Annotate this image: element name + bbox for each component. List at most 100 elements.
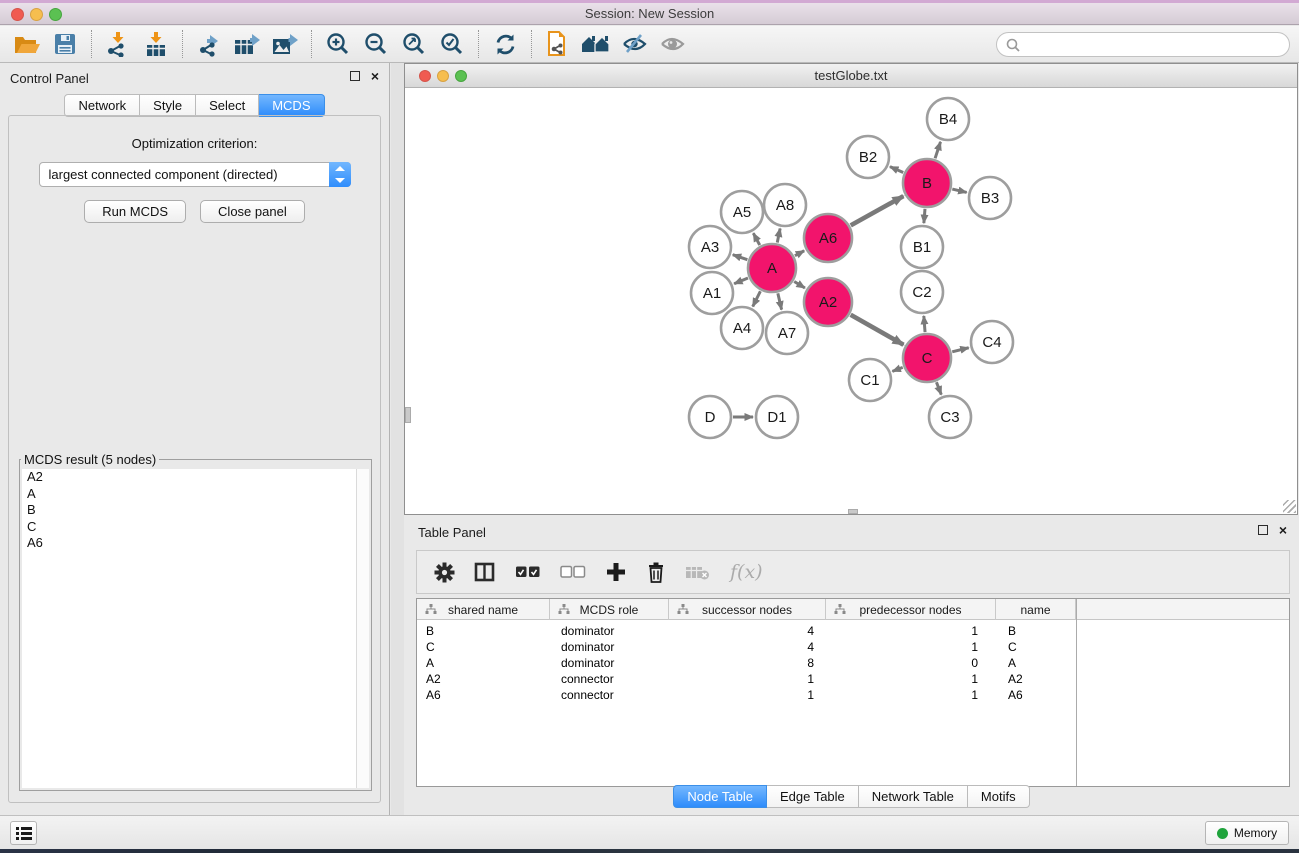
- edge-B-B4[interactable]: [935, 142, 940, 158]
- mcds-result-list[interactable]: A2ABCA6: [22, 469, 369, 788]
- table-row[interactable]: Cdominator41C: [417, 639, 1289, 655]
- import-network-button[interactable]: [99, 28, 137, 60]
- edge-A2-C[interactable]: [851, 315, 904, 345]
- zoom-in-button[interactable]: [319, 28, 357, 60]
- save-session-button[interactable]: [46, 28, 84, 60]
- edge-A-A3[interactable]: [733, 255, 748, 260]
- node-C3[interactable]: C3: [929, 396, 971, 438]
- node-C2[interactable]: C2: [901, 271, 943, 313]
- edge-C-C1[interactable]: [892, 367, 902, 371]
- table-row[interactable]: A2connector11A2: [417, 671, 1289, 687]
- edge-A-A6[interactable]: [795, 251, 804, 256]
- edge-B-B1[interactable]: [924, 209, 925, 223]
- node-A5[interactable]: A5: [721, 191, 763, 233]
- column-header-successor-nodes[interactable]: successor nodes: [669, 599, 826, 620]
- network-vscroll-thumb[interactable]: [405, 407, 411, 423]
- tab-network[interactable]: Network: [64, 94, 140, 117]
- mcds-list-scrollbar[interactable]: [356, 469, 369, 788]
- zoom-selected-button[interactable]: [433, 28, 471, 60]
- tab-node-table[interactable]: Node Table: [673, 785, 767, 808]
- edge-C-C2[interactable]: [924, 316, 925, 332]
- table-settings-gear-icon[interactable]: [434, 562, 455, 583]
- zoom-out-button[interactable]: [357, 28, 395, 60]
- show-columns-icon[interactable]: [474, 562, 496, 582]
- float-panel-icon[interactable]: [350, 71, 360, 81]
- unselect-all-icon[interactable]: [560, 564, 586, 580]
- column-header-shared-name[interactable]: shared name: [417, 599, 550, 620]
- node-A1[interactable]: A1: [691, 272, 733, 314]
- node-A3[interactable]: A3: [689, 226, 731, 268]
- criterion-dropdown[interactable]: largest connected component (directed): [39, 162, 351, 187]
- node-D[interactable]: D: [689, 396, 731, 438]
- mcds-result-item[interactable]: C: [22, 519, 369, 536]
- run-mcds-button[interactable]: Run MCDS: [84, 200, 186, 223]
- network-canvas[interactable]: B4 B2 B B3 A8A5 A6 A3 B1 A A1 C2 A2 A4A7 C C4 C1 C3 D D1: [405, 88, 1297, 514]
- node-A[interactable]: A: [748, 244, 796, 292]
- node-A4[interactable]: A4: [721, 307, 763, 349]
- node-A6[interactable]: A6: [804, 214, 852, 262]
- tab-network-table[interactable]: Network Table: [859, 785, 968, 808]
- column-header-name[interactable]: name: [996, 599, 1076, 620]
- mcds-result-item[interactable]: A6: [22, 535, 369, 552]
- refresh-button[interactable]: [486, 28, 524, 60]
- close-panel-button[interactable]: Close panel: [200, 200, 305, 223]
- node-B4[interactable]: B4: [927, 98, 969, 140]
- show-panels-button[interactable]: [10, 821, 37, 845]
- node-C4[interactable]: C4: [971, 321, 1013, 363]
- column-header-MCDS-role[interactable]: MCDS role: [550, 599, 669, 620]
- window-resize-grip[interactable]: [1283, 500, 1296, 513]
- node-B2[interactable]: B2: [847, 136, 889, 178]
- edge-C-C4[interactable]: [952, 348, 968, 352]
- edge-A-A8[interactable]: [777, 229, 780, 243]
- node-table[interactable]: shared nameMCDS rolesuccessor nodesprede…: [416, 598, 1290, 787]
- node-A7[interactable]: A7: [766, 312, 808, 354]
- delete-column-icon[interactable]: [646, 561, 666, 583]
- tab-edge-table[interactable]: Edge Table: [767, 785, 859, 808]
- cybrowser-button[interactable]: [539, 28, 577, 60]
- node-D1[interactable]: D1: [756, 396, 798, 438]
- import-table-button[interactable]: [137, 28, 175, 60]
- mcds-result-item[interactable]: A: [22, 486, 369, 503]
- search-input[interactable]: [996, 32, 1290, 57]
- export-network-button[interactable]: [190, 28, 228, 60]
- node-C[interactable]: C: [903, 334, 951, 382]
- export-table-button[interactable]: [228, 28, 266, 60]
- mcds-result-item[interactable]: B: [22, 502, 369, 519]
- mcds-result-item[interactable]: A2: [22, 469, 369, 486]
- table-row[interactable]: A6connector11A6: [417, 687, 1289, 703]
- home-button[interactable]: [577, 28, 615, 60]
- edge-A-A2[interactable]: [794, 281, 805, 287]
- edge-A-A5[interactable]: [753, 233, 759, 245]
- memory-button[interactable]: Memory: [1205, 821, 1289, 845]
- tab-mcds[interactable]: MCDS: [259, 94, 324, 117]
- edge-A-A1[interactable]: [734, 278, 748, 284]
- close-panel-icon[interactable]: ×: [371, 71, 379, 81]
- panel-divider[interactable]: [391, 63, 404, 815]
- zoom-fit-button[interactable]: [395, 28, 433, 60]
- node-B3[interactable]: B3: [969, 177, 1011, 219]
- node-A2[interactable]: A2: [804, 278, 852, 326]
- float-panel-icon[interactable]: [1258, 525, 1268, 535]
- select-all-icon[interactable]: [515, 564, 541, 580]
- network-window-titlebar[interactable]: testGlobe.txt: [405, 64, 1297, 88]
- hide-graphics-button[interactable]: [615, 28, 653, 60]
- tab-style[interactable]: Style: [140, 94, 196, 117]
- edge-B-B2[interactable]: [890, 167, 903, 173]
- edge-A-A7[interactable]: [778, 293, 782, 309]
- node-B1[interactable]: B1: [901, 226, 943, 268]
- network-hscroll-thumb[interactable]: [848, 509, 858, 514]
- node-A8[interactable]: A8: [764, 184, 806, 226]
- add-column-icon[interactable]: [605, 561, 627, 583]
- node-B[interactable]: B: [903, 159, 951, 207]
- table-row[interactable]: Adominator80A: [417, 655, 1289, 671]
- edge-A6-B[interactable]: [851, 196, 904, 225]
- export-image-button[interactable]: [266, 28, 304, 60]
- node-C1[interactable]: C1: [849, 359, 891, 401]
- tab-motifs[interactable]: Motifs: [968, 785, 1030, 808]
- edge-C-C3[interactable]: [936, 382, 941, 394]
- open-file-button[interactable]: [8, 28, 46, 60]
- edge-B-B3[interactable]: [952, 189, 966, 192]
- tab-select[interactable]: Select: [196, 94, 259, 117]
- column-header-predecessor-nodes[interactable]: predecessor nodes: [826, 599, 996, 620]
- edge-A-A4[interactable]: [753, 291, 761, 306]
